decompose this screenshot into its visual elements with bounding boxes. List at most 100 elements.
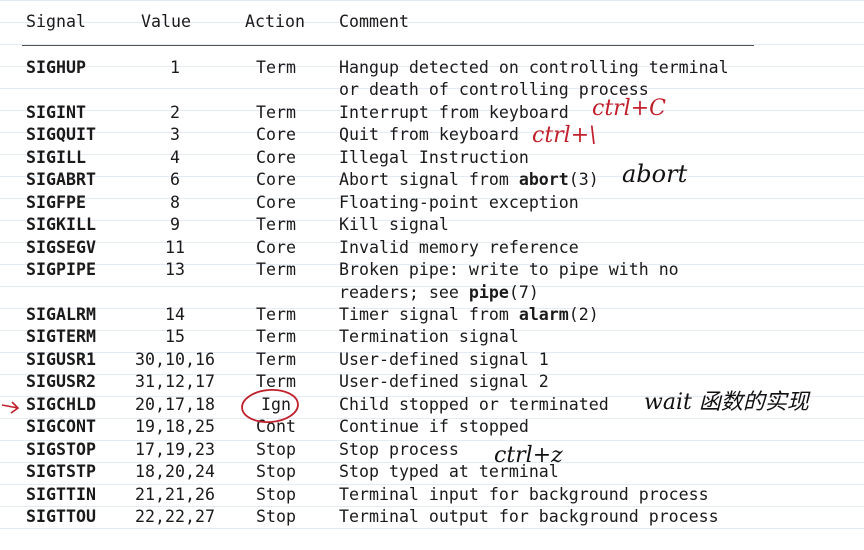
signal-comment: Invalid memory reference [339,237,579,257]
comment-cont-post: (7) [508,282,539,302]
signal-action: Term [256,327,296,347]
signal-name: SIGQUIT [26,125,96,145]
signal-name: SIGCHLD [26,394,96,414]
signal-comment: Kill signal [339,215,449,235]
signal-name: SIGCONT [26,417,96,437]
signal-name: SIGKILL [26,215,96,235]
signal-name: SIGSTOP [26,439,96,459]
signal-value: 2 [170,102,180,122]
signal-name: SIGTTOU [26,507,96,526]
signal-comment: Floating-point exception [339,192,579,212]
signal-value: 21,21,26 [135,484,215,504]
signal-name: SIGHUP [26,58,86,77]
comment-pre: Timer signal from [339,304,519,324]
comment-cont-bold: pipe [468,282,509,302]
signal-value: 17,19,23 [135,439,215,459]
signal-comment: Termination signal [339,327,519,347]
signal-comment: Quit from keyboard [339,125,519,145]
signal-value: 3 [170,125,180,145]
comment-post: (2) [568,304,599,324]
table-row: SIGFPE 8 Core Floating-point exception [0,192,864,214]
signal-action: Stop [256,507,296,526]
signal-value: 18,20,24 [135,462,215,482]
comment-pre: Abort signal from [339,170,519,190]
signal-comment: Hangup detected on controlling terminal [339,58,729,77]
signal-value: 14 [165,304,185,324]
table-row: SIGTTOU 22,22,27 Stop Terminal output for b… [0,506,864,528]
signal-action: Term [256,58,296,77]
signal-name: SIGILL [26,147,86,167]
signal-action: Term [256,349,296,369]
table-row: SIGTERM 15 Term Termination signal [0,326,864,348]
comment-post: (3) [568,170,599,190]
signal-comment: Stop process [339,439,459,459]
signal-value: 4 [170,147,180,167]
signal-name: SIGTSTP [26,462,96,482]
table-row: SIGABRT 6 Core Abort signal from abort(3) [0,169,864,191]
comment-bold: abort [518,170,569,190]
signal-value: 11 [165,237,185,257]
signal-value: 31,12,17 [135,372,215,392]
table-row: SIGKILL 9 Term Kill signal [0,214,864,236]
signal-comment: Timer signal from alarm(2) [339,304,599,326]
signal-action: Stop [256,439,296,459]
table-row: SIGALRM 14 Term Timer signal from alarm(2) [0,304,864,326]
signal-action: Cont [256,417,296,437]
signal-action: Term [256,304,296,324]
signal-value: 20,17,18 [135,394,215,414]
annotation-ctrl-backslash: ctrl+\ [532,123,597,148]
table-row: SIGPIPE 13 Term Broken pipe: write to pipe … [0,259,864,281]
signal-comment: Interrupt from keyboard [339,102,569,122]
signal-comment-continuation: readers; see pipe(7) [339,282,539,304]
table-row: SIGHUP 1 Term Hangup detected on controllin… [0,57,864,79]
signal-value: 22,22,27 [135,507,215,526]
signal-action: Stop [256,484,296,504]
signal-name: SIGUSR2 [26,372,96,392]
signal-table-page: Signal Value Action Comment SIGHUP 1 Term H… [0,0,864,550]
signal-action: Stop [256,462,296,482]
table-row: SIGSTOP 17,19,23 Stop Stop process [0,439,864,461]
signal-comment: Continue if stopped [339,417,529,437]
signal-action: Core [256,147,296,167]
annotation-ctrl-c: ctrl+C [592,96,666,121]
signal-action: Term [256,372,296,392]
signal-action: Core [256,170,296,190]
annotation-abort: abort [622,160,688,188]
signal-name: SIGPIPE [26,260,96,280]
signal-action: Core [256,237,296,257]
signal-name: SIGSEGV [26,237,96,257]
signal-name: SIGALRM [26,304,96,324]
signal-value: 30,10,16 [135,349,215,369]
signal-comment: Child stopped or terminated [339,394,609,414]
table-row: SIGQUIT 3 Core Quit from keyboard [0,124,864,146]
signal-value: 19,18,25 [135,417,215,437]
signal-comment: Illegal Instruction [339,147,529,167]
signal-action: Core [256,125,296,145]
table-row: SIGTTIN 21,21,26 Stop Terminal input for ba… [0,484,864,506]
signal-name: SIGTERM [26,327,96,347]
signal-value: 13 [165,260,185,280]
signal-value: 15 [165,327,185,347]
signal-table-body: SIGHUP 1 Term Hangup detected on controllin… [0,0,864,550]
signal-name: SIGABRT [26,170,96,190]
signal-value: 1 [170,58,180,77]
table-row: SIGILL 4 Core Illegal Instruction [0,147,864,169]
signal-comment: User-defined signal 2 [339,372,549,392]
signal-action: Ign [261,394,291,414]
signal-action: Term [256,260,296,280]
signal-action: Term [256,215,296,235]
signal-comment: Terminal input for background process [339,484,709,504]
table-row: SIGUSR1 30,10,16 Term User-defined signal 1 [0,349,864,371]
comment-bold: alarm [518,304,569,324]
table-row: SIGSEGV 11 Core Invalid memory reference [0,237,864,259]
annotation-ctrl-z: ctrl+z [494,443,563,468]
signal-comment: Broken pipe: write to pipe with no [339,260,679,280]
signal-comment: User-defined signal 1 [339,349,549,369]
signal-name: SIGTTIN [26,484,96,504]
signal-name: SIGINT [26,102,86,122]
signal-value: 6 [170,170,180,190]
signal-name: SIGUSR1 [26,349,96,369]
signal-action: Term [256,102,296,122]
signal-name: SIGFPE [26,192,86,212]
signal-comment: Abort signal from abort(3) [339,169,599,191]
